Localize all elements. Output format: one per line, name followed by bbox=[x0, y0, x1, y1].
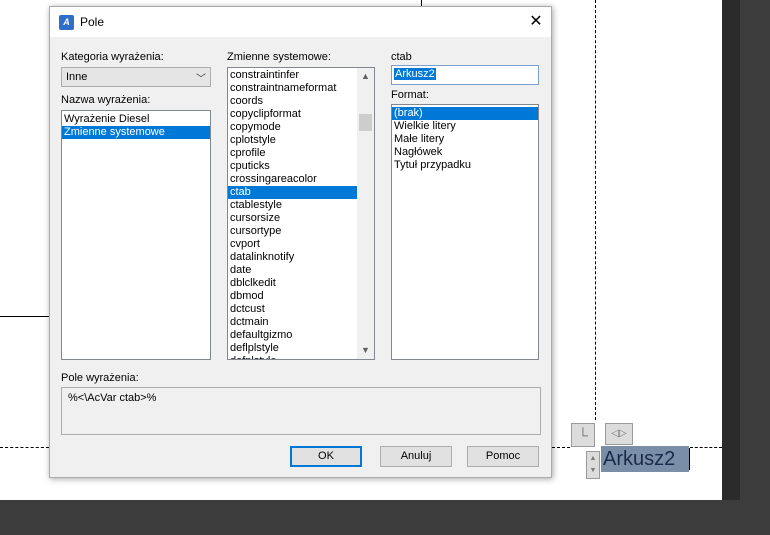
sysvar-list-item[interactable]: cvport bbox=[228, 238, 374, 251]
preview-field[interactable]: Arkusz2 bbox=[391, 65, 539, 85]
scroll-up-icon[interactable]: ▲ bbox=[357, 68, 374, 85]
grip-arrows-icon[interactable]: ◁▷ bbox=[605, 423, 633, 445]
dialog-titlebar[interactable]: A Pole ✕ bbox=[50, 7, 551, 37]
sysvars-label: Zmienne systemowe: bbox=[227, 51, 331, 63]
sysvar-list-item[interactable]: cprofile bbox=[228, 147, 374, 160]
category-label: Kategoria wyrażenia: bbox=[61, 51, 164, 63]
names-label: Nazwa wyrażenia: bbox=[61, 94, 151, 106]
close-icon[interactable]: ✕ bbox=[525, 11, 547, 33]
sysvar-list-item[interactable]: defaultgizmo bbox=[228, 329, 374, 342]
format-list-item[interactable]: (brak) bbox=[392, 107, 538, 120]
category-value: Inne bbox=[66, 71, 88, 83]
sysvar-list-item[interactable]: copymode bbox=[228, 121, 374, 134]
sysvar-list-item[interactable]: datalinknotify bbox=[228, 251, 374, 264]
format-label: Format: bbox=[391, 89, 429, 101]
sysvar-list-item[interactable]: dblclkedit bbox=[228, 277, 374, 290]
ok-button[interactable]: OK bbox=[290, 446, 362, 467]
viewport-dashed-line bbox=[552, 447, 570, 448]
sysvar-list-item[interactable]: deflplstyle bbox=[228, 342, 374, 355]
sysvar-list-item[interactable]: dbmod bbox=[228, 290, 374, 303]
help-button[interactable]: Pomoc bbox=[467, 446, 539, 467]
grip-updown-icon[interactable]: ▲▼ bbox=[586, 451, 600, 479]
preview-value: Arkusz2 bbox=[394, 68, 436, 80]
sysvars-listbox[interactable]: ▲ ▼ constraintinfer constraintnameformat c… bbox=[227, 67, 375, 360]
mtext-field[interactable]: Arkusz2 bbox=[601, 446, 689, 472]
sysvar-list-item[interactable]: cursorsize bbox=[228, 212, 374, 225]
category-dropdown[interactable]: Inne ﹀ bbox=[61, 67, 211, 87]
scroll-down-icon[interactable]: ▼ bbox=[357, 342, 374, 359]
format-list-item[interactable]: Tytuł przypadku bbox=[392, 159, 538, 172]
expression-value: %<\AcVar ctab>% bbox=[68, 392, 157, 404]
viewport-dashed-line bbox=[595, 0, 596, 420]
sysvar-list-item[interactable]: constraintinfer bbox=[228, 69, 374, 82]
expression-label: Pole wyrażenia: bbox=[61, 372, 139, 384]
format-list-item[interactable]: Wielkie litery bbox=[392, 120, 538, 133]
names-listbox[interactable]: Wyrażenie Diesel Zmienne systemowe bbox=[61, 110, 211, 360]
viewport-dashed-line bbox=[0, 447, 49, 448]
dialog-title: Pole bbox=[80, 15, 105, 29]
sysvar-list-item[interactable]: dctmain bbox=[228, 316, 374, 329]
drawing-right-border bbox=[722, 0, 740, 500]
sysvar-list-item[interactable]: ctab bbox=[228, 186, 374, 199]
names-list-item[interactable]: Wyrażenie Diesel bbox=[62, 113, 210, 126]
sysvar-list-item[interactable]: cursortype bbox=[228, 225, 374, 238]
sysvar-list-item[interactable]: crossingareacolor bbox=[228, 173, 374, 186]
sysvar-list-item[interactable]: copyclipformat bbox=[228, 108, 374, 121]
format-list-item[interactable]: Nagłówek bbox=[392, 146, 538, 159]
text-cursor bbox=[689, 448, 690, 470]
sysvar-list-item[interactable]: cplotstyle bbox=[228, 134, 374, 147]
chevron-down-icon: ﹀ bbox=[196, 74, 206, 85]
sysvar-list-item[interactable]: coords bbox=[228, 95, 374, 108]
autocad-app-icon: A bbox=[59, 15, 74, 30]
preview-label: ctab bbox=[391, 51, 412, 63]
format-list-item[interactable]: Małe litery bbox=[392, 133, 538, 146]
drawing-line bbox=[0, 316, 49, 317]
format-listbox[interactable]: (brak) Wielkie litery Małe litery Nagłówek T… bbox=[391, 104, 539, 360]
background-bottom bbox=[0, 500, 770, 535]
sysvar-list-item[interactable]: cputicks bbox=[228, 160, 374, 173]
grip-corner-icon[interactable]: └ bbox=[571, 423, 595, 447]
sysvar-list-item[interactable]: ctablestyle bbox=[228, 199, 374, 212]
sysvar-list-item[interactable]: dctcust bbox=[228, 303, 374, 316]
cancel-button[interactable]: Anuluj bbox=[380, 446, 452, 467]
names-list-item[interactable]: Zmienne systemowe bbox=[62, 126, 210, 139]
sysvar-list-item[interactable]: constraintnameformat bbox=[228, 82, 374, 95]
sysvar-list-item[interactable]: defplstyle bbox=[228, 355, 374, 359]
scrollbar-thumb[interactable] bbox=[359, 114, 372, 131]
background-right bbox=[740, 0, 770, 535]
expression-field[interactable]: %<\AcVar ctab>% bbox=[61, 387, 541, 435]
sysvars-scrollbar[interactable]: ▲ ▼ bbox=[357, 68, 374, 359]
field-dialog: A Pole ✕ Kategoria wyrażenia: Inne ﹀ Naz… bbox=[49, 6, 552, 478]
viewport-dashed-line bbox=[690, 447, 722, 448]
sysvar-list-item[interactable]: date bbox=[228, 264, 374, 277]
